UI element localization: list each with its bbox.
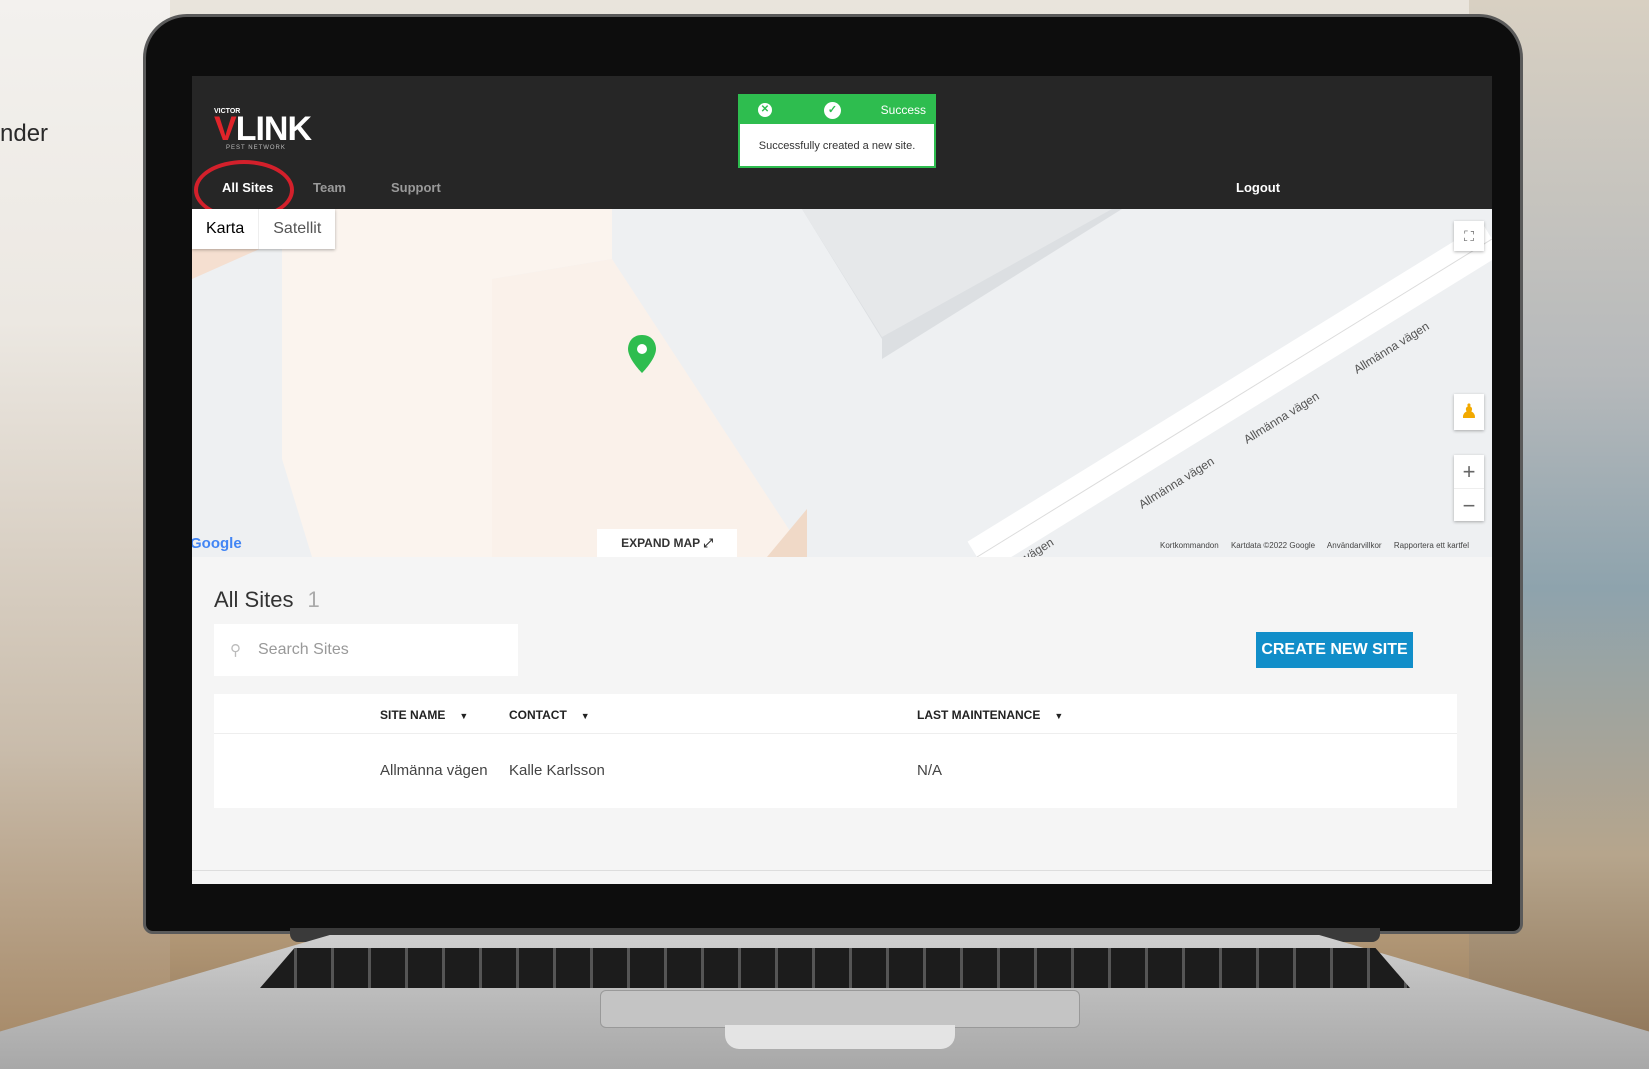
credit-report[interactable]: Rapportera ett kartfel xyxy=(1394,541,1469,550)
credit-shortcuts[interactable]: Kortkommandon xyxy=(1160,541,1219,550)
cell-last-maintenance: N/A xyxy=(917,762,943,779)
laptop-keyboard xyxy=(260,948,1410,988)
zoom-out-button[interactable]: − xyxy=(1454,488,1484,521)
sort-caret-icon: ▼ xyxy=(580,711,590,721)
map-area-block-2 xyxy=(492,259,807,557)
column-contact[interactable]: CONTACT ▼ xyxy=(509,708,590,722)
map[interactable]: Allmänna vägen Allmänna vägen Allmänna v… xyxy=(192,209,1492,557)
create-new-site-button[interactable]: CREATE NEW SITE xyxy=(1256,632,1413,668)
fullscreen-icon[interactable]: ⛶ xyxy=(1454,221,1484,251)
cell-contact: Kalle Karlsson xyxy=(509,762,605,779)
check-icon: ✓ xyxy=(824,102,841,119)
nav-support[interactable]: Support xyxy=(391,180,441,195)
vlink-logo[interactable]: VICTOR VLINK PEST NETWORK xyxy=(214,108,324,153)
zoom-in-button[interactable]: + xyxy=(1454,455,1484,488)
toast-message: Successfully created a new site. xyxy=(758,140,916,152)
search-placeholder: Search Sites xyxy=(258,641,349,658)
column-last-maintenance[interactable]: LAST MAINTENANCE ▼ xyxy=(917,708,1063,722)
laptop-notch xyxy=(725,1025,955,1049)
map-road-edge xyxy=(976,238,1492,557)
search-icon: ⚲ xyxy=(230,642,241,659)
background-text: nder xyxy=(0,120,49,147)
map-credits: Kortkommandon Kartdata ©2022 Google Anvä… xyxy=(1160,541,1479,550)
laptop-trackpad xyxy=(600,990,1080,1028)
expand-icon: ⤢ xyxy=(703,536,713,550)
footer-divider xyxy=(192,870,1492,871)
credit-terms[interactable]: Användarvillkor xyxy=(1327,541,1382,550)
toast-header: ✕ ✓ Success xyxy=(740,96,934,124)
close-icon[interactable]: ✕ xyxy=(758,103,772,117)
sort-caret-icon: ▼ xyxy=(459,711,469,721)
map-area-gray-roof xyxy=(802,209,1112,337)
success-toast: ✕ ✓ Success Successfully created a new s… xyxy=(738,94,936,168)
logo-tagline: PEST NETWORK xyxy=(226,145,286,151)
search-input[interactable]: ⚲ Search Sites xyxy=(214,624,518,676)
credit-mapdata: Kartdata ©2022 Google xyxy=(1230,541,1316,550)
logout-link[interactable]: Logout xyxy=(1236,180,1280,195)
nav-team[interactable]: Team xyxy=(313,180,346,195)
map-canvas: Allmänna vägen Allmänna vägen Allmänna v… xyxy=(192,209,1492,557)
logo-wordmark: VLINK xyxy=(214,110,312,148)
map-type-tabs: Karta Satellit xyxy=(192,209,336,249)
sites-table: SITE NAME ▼ CONTACT ▼ LAST MAINTENANCE ▼ Al… xyxy=(214,694,1457,808)
nav-all-sites[interactable]: All Sites xyxy=(222,180,273,195)
sites-count: 1 xyxy=(307,587,320,612)
map-tab-satellit[interactable]: Satellit xyxy=(258,209,335,249)
google-logo: Google xyxy=(192,535,242,552)
header-divider xyxy=(214,733,1457,734)
expand-map-button[interactable]: EXPAND MAP ⤢ xyxy=(597,529,737,557)
zoom-control: + − xyxy=(1454,455,1484,521)
map-tab-karta[interactable]: Karta xyxy=(192,209,258,249)
sort-caret-icon: ▼ xyxy=(1054,711,1064,721)
toast-title: Success xyxy=(880,103,926,117)
column-site-name[interactable]: SITE NAME ▼ xyxy=(380,708,468,722)
cell-site-name[interactable]: Allmänna vägen xyxy=(380,762,488,779)
app-screen: VICTOR VLINK PEST NETWORK All Sites Team… xyxy=(192,76,1492,884)
top-bar: VICTOR VLINK PEST NETWORK All Sites Team… xyxy=(192,76,1492,220)
sites-section: All Sites 1 ⚲ Search Sites CREATE NEW SIT… xyxy=(192,557,1492,884)
pegman-icon[interactable]: ♟ xyxy=(1454,394,1484,430)
page-title: All Sites 1 xyxy=(214,587,320,612)
